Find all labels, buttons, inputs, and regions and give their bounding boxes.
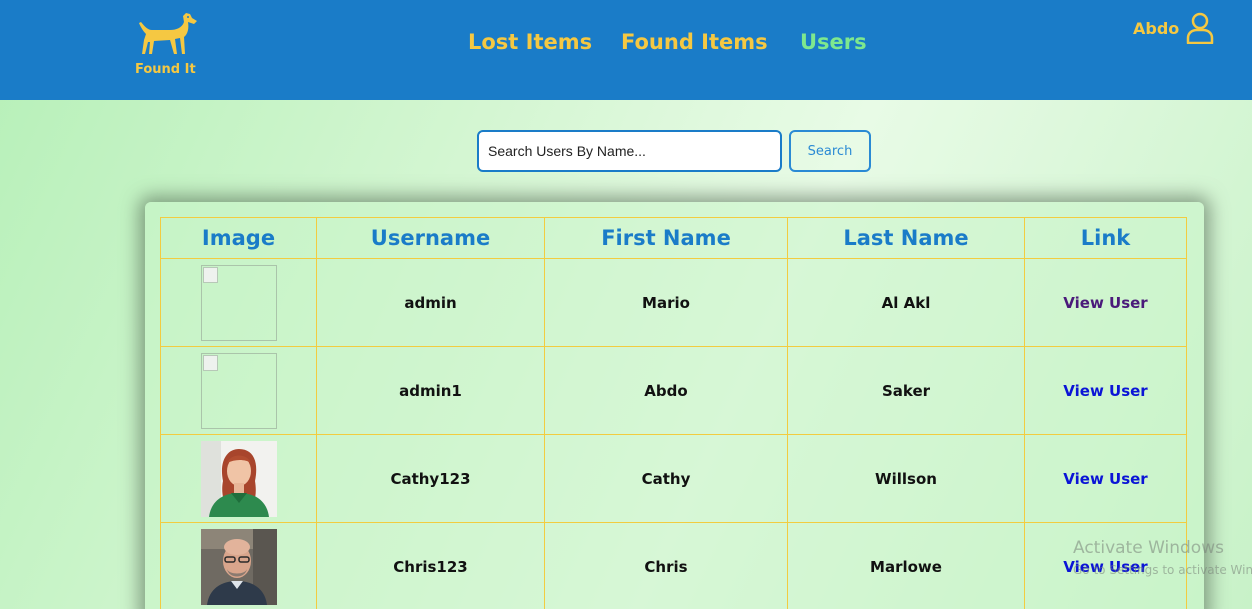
search-users-input[interactable] (477, 130, 782, 172)
users-table: Image Username First Name Last Name Link… (160, 217, 1187, 609)
username-cell: admin1 (316, 346, 545, 435)
view-user-link[interactable]: View User (1063, 470, 1147, 488)
table-row: admin Mario Al Akl View User (160, 258, 1187, 347)
top-navbar: Found It Lost Items Found Items Users Ab… (0, 0, 1252, 100)
column-header-first-name: First Name (544, 217, 788, 259)
column-header-last-name: Last Name (787, 217, 1025, 259)
column-header-username: Username (316, 217, 545, 259)
first-name-cell: Cathy (544, 434, 788, 523)
last-name-cell: Al Akl (787, 258, 1025, 347)
link-cell: View User (1024, 522, 1187, 609)
user-menu[interactable]: Abdo (1133, 12, 1215, 46)
link-cell: View User (1024, 434, 1187, 523)
table-row: Chris123 Chris Marlowe View User (160, 522, 1187, 609)
column-header-link: Link (1024, 217, 1187, 259)
table-row: Cathy123 Cathy Willson View User (160, 434, 1187, 523)
view-user-link[interactable]: View User (1063, 558, 1147, 576)
broken-image-icon (200, 352, 277, 429)
first-name-cell: Mario (544, 258, 788, 347)
last-name-cell: Willson (787, 434, 1025, 523)
user-image-cell (160, 258, 317, 347)
user-icon (1186, 12, 1214, 44)
username-cell: Chris123 (316, 522, 545, 609)
search-button[interactable]: Search (789, 130, 871, 172)
first-name-cell: Abdo (544, 346, 788, 435)
user-image-cell (160, 346, 317, 435)
first-name-cell: Chris (544, 522, 788, 609)
username-cell: admin (316, 258, 545, 347)
user-image-cell (160, 522, 317, 609)
column-header-image: Image (160, 217, 317, 259)
nav-users[interactable]: Users (800, 30, 867, 54)
user-avatar-photo (200, 528, 277, 605)
nav-found-items[interactable]: Found Items (621, 30, 768, 54)
table-header-row: Image Username First Name Last Name Link (160, 217, 1187, 259)
user-image-cell (160, 434, 317, 523)
nav-lost-items[interactable]: Lost Items (468, 30, 592, 54)
last-name-cell: Saker (787, 346, 1025, 435)
table-row: admin1 Abdo Saker View User (160, 346, 1187, 435)
view-user-link[interactable]: View User (1063, 294, 1147, 312)
link-cell: View User (1024, 258, 1187, 347)
last-name-cell: Marlowe (787, 522, 1025, 609)
user-avatar-photo (200, 440, 277, 517)
view-user-link[interactable]: View User (1063, 382, 1147, 400)
brand-name: Found It (135, 62, 196, 77)
broken-image-icon (200, 264, 277, 341)
user-name: Abdo (1133, 19, 1180, 38)
main-nav: Lost Items Found Items Users (0, 30, 1252, 64)
username-cell: Cathy123 (316, 434, 545, 523)
link-cell: View User (1024, 346, 1187, 435)
